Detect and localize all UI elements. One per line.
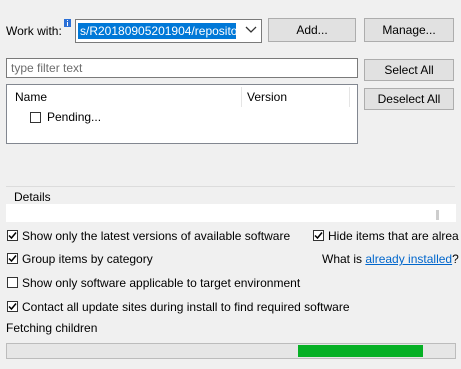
checkmark-icon (8, 255, 17, 263)
column-header-version[interactable]: Version (247, 87, 287, 107)
hide-installed-label[interactable]: Hide items that are alrea (328, 229, 459, 243)
work-with-combo[interactable]: s/R20180905201904/repository (75, 19, 262, 43)
details-title: Details (14, 190, 51, 204)
contact-all-sites-checkbox[interactable] (7, 301, 18, 312)
filter-input[interactable] (6, 58, 358, 78)
column-divider[interactable] (241, 87, 242, 107)
latest-versions-checkbox[interactable] (7, 230, 18, 241)
already-installed-link[interactable]: already installed (365, 252, 452, 266)
pending-checkbox[interactable] (30, 112, 41, 123)
applicable-only-label[interactable]: Show only software applicable to target … (22, 276, 300, 290)
checkmark-icon (8, 232, 17, 240)
row-name: Pending... (47, 110, 102, 124)
software-table[interactable]: Name Version Pending... (6, 84, 358, 144)
already-installed-text: What is already installed? (322, 252, 459, 266)
column-header-name[interactable]: Name (15, 87, 47, 107)
select-all-button[interactable]: Select All (364, 59, 454, 81)
contact-all-sites-label[interactable]: Contact all update sites during install … (22, 300, 350, 314)
details-divider (6, 186, 455, 187)
progress-bar (6, 343, 456, 359)
add-button[interactable]: Add... (268, 18, 356, 42)
checkmark-icon (8, 303, 17, 311)
what-is-text: What is (322, 252, 363, 266)
group-by-category-label[interactable]: Group items by category (22, 252, 153, 266)
details-scrollbar[interactable] (436, 210, 439, 220)
applicable-only-checkbox[interactable] (7, 277, 18, 288)
progress-fill (298, 345, 423, 357)
info-decorator-icon (64, 16, 71, 30)
manage-button[interactable]: Manage... (364, 18, 454, 42)
column-divider[interactable] (349, 87, 350, 107)
chevron-down-icon[interactable] (245, 23, 257, 37)
status-text: Fetching children (6, 321, 98, 335)
hide-installed-checkbox[interactable] (313, 230, 324, 241)
work-with-label: Work with: (6, 24, 62, 38)
latest-versions-label[interactable]: Show only the latest versions of availab… (22, 229, 290, 243)
group-by-category-checkbox[interactable] (7, 253, 18, 264)
checkmark-icon (314, 232, 323, 240)
details-text-area[interactable] (6, 204, 456, 222)
work-with-value: s/R20180905201904/repository (78, 23, 236, 39)
question-mark: ? (452, 252, 459, 266)
deselect-all-button[interactable]: Deselect All (364, 88, 454, 110)
